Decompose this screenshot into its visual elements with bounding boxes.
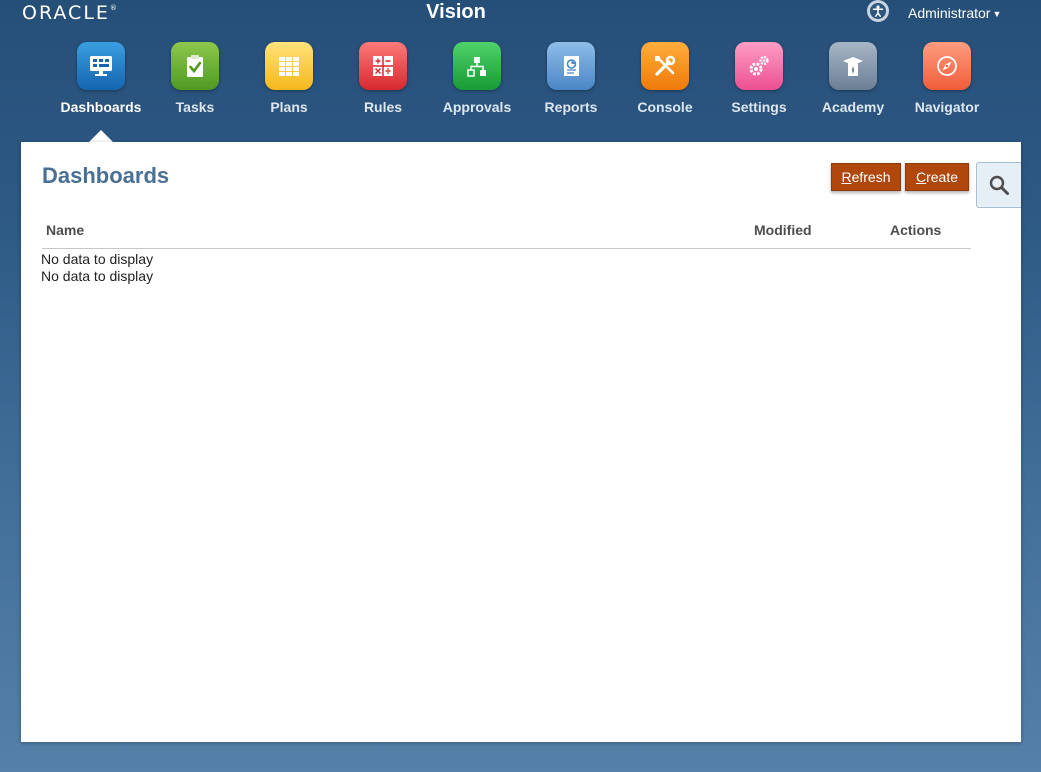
- nav-label: Tasks: [175, 99, 215, 115]
- accessibility-icon[interactable]: [867, 0, 889, 22]
- nav-label: Rules: [363, 99, 403, 115]
- gears-icon: [735, 42, 783, 90]
- compass-icon: [923, 42, 971, 90]
- clipboard-check-icon: [171, 42, 219, 90]
- column-name[interactable]: Name: [46, 222, 84, 238]
- refresh-label-rest: efresh: [851, 169, 891, 185]
- nav-item-academy[interactable]: Academy: [806, 42, 900, 115]
- create-button[interactable]: Create: [905, 163, 969, 191]
- chevron-down-icon: ▼: [992, 9, 1002, 20]
- tools-icon: [641, 42, 689, 90]
- monitor-icon: [77, 42, 125, 90]
- nav-item-console[interactable]: Console: [618, 42, 712, 115]
- nav-label: Navigator: [914, 99, 980, 115]
- user-name: Administrator: [908, 5, 991, 21]
- nav-item-settings[interactable]: Settings: [712, 42, 806, 115]
- empty-message: No data to display: [41, 251, 154, 267]
- report-icon: [547, 42, 595, 90]
- create-label-rest: reate: [926, 169, 959, 185]
- nav-item-approvals[interactable]: Approvals: [430, 42, 524, 115]
- hierarchy-icon: [453, 42, 501, 90]
- nav-label: Plans: [270, 99, 308, 115]
- nav-item-plans[interactable]: Plans: [242, 42, 336, 115]
- empty-message: No data to display: [41, 268, 154, 284]
- nav-item-tasks[interactable]: Tasks: [148, 42, 242, 115]
- user-menu[interactable]: Administrator ▼: [908, 5, 1001, 21]
- create-access-key: C: [915, 169, 927, 185]
- nav-label: Dashboards: [60, 99, 142, 115]
- table-header: Name Modified Actions: [42, 222, 971, 249]
- graduate-icon: [829, 42, 877, 90]
- app-title: Vision: [426, 1, 486, 23]
- nav-label: Reports: [544, 99, 598, 115]
- nav-label: Settings: [731, 99, 787, 115]
- column-actions: Actions: [890, 222, 942, 238]
- nav-item-rules[interactable]: Rules: [336, 42, 430, 115]
- nav-item-navigator[interactable]: Navigator: [900, 42, 994, 115]
- page-title: Dashboards: [42, 163, 170, 188]
- dashboards-panel: Dashboards Refresh Create Name Modified …: [21, 142, 1021, 742]
- nav-item-dashboards[interactable]: Dashboards: [54, 42, 148, 115]
- active-tab-pointer: [89, 130, 113, 142]
- refresh-button[interactable]: Refresh: [831, 163, 901, 191]
- grid-icon: [265, 42, 313, 90]
- nav-label: Console: [637, 99, 693, 115]
- search-icon[interactable]: [976, 162, 1021, 208]
- column-modified[interactable]: Modified: [754, 222, 812, 238]
- nav-item-reports[interactable]: Reports: [524, 42, 618, 115]
- nav-label: Academy: [821, 99, 885, 115]
- refresh-access-key: R: [841, 169, 852, 185]
- nav-label: Approvals: [442, 99, 512, 115]
- calculator-icon: [359, 42, 407, 90]
